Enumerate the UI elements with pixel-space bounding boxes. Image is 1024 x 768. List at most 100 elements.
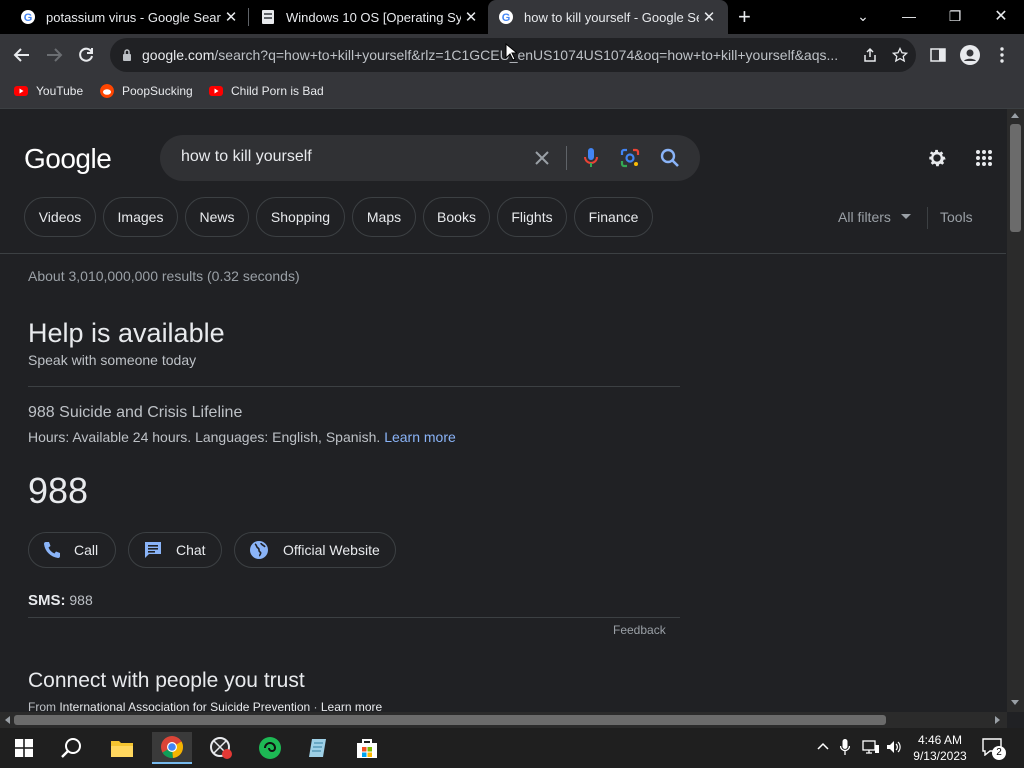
google-apps-grid-icon[interactable] [976, 150, 992, 166]
lifeline-hours: Hours: Available 24 hours. Languages: En… [28, 429, 456, 445]
all-filters-button[interactable]: All filters [838, 209, 911, 225]
chrome-icon [161, 736, 184, 759]
caret-down-icon [900, 214, 911, 219]
bookmark-third[interactable]: Child Porn is Bad [209, 82, 324, 100]
clear-search-icon[interactable] [534, 150, 550, 166]
lens-search-icon[interactable] [620, 148, 640, 168]
volume-icon[interactable] [886, 740, 902, 754]
youtube-icon [209, 86, 223, 96]
record-app-icon [210, 737, 232, 759]
bookmark-youtube[interactable]: YouTube [14, 82, 83, 100]
connect-learn-more-link[interactable]: Learn more [321, 700, 382, 712]
profile-avatar-icon [960, 45, 980, 65]
network-icon[interactable] [862, 740, 880, 754]
store-app-button[interactable] [347, 732, 387, 764]
search-icon[interactable] [660, 148, 680, 168]
side-panel-icon [930, 48, 946, 62]
bookmark-label: PoopSucking [122, 84, 193, 98]
chip-news[interactable]: News [185, 197, 249, 237]
voice-search-icon[interactable] [584, 147, 598, 169]
mouse-cursor-icon [505, 43, 517, 61]
tab-close-icon[interactable]: ✕ [221, 8, 241, 26]
scroll-right-arrow-icon[interactable] [995, 716, 1001, 724]
clock-date: 9/13/2023 [913, 749, 967, 763]
youtube-icon [14, 86, 28, 96]
chrome-taskbar-button[interactable] [152, 732, 192, 764]
connect-title: Connect with people you trust [28, 669, 305, 692]
side-panel-button[interactable] [926, 43, 950, 67]
google-favicon-icon: G [21, 10, 35, 24]
recorder-app-button[interactable] [201, 732, 241, 764]
document-favicon-icon [262, 10, 274, 24]
profile-button[interactable] [958, 43, 982, 67]
sms-value: 988 [69, 592, 93, 608]
scroll-left-arrow-icon[interactable] [4, 716, 10, 724]
svg-text:G: G [24, 12, 33, 24]
call-label: Call [74, 542, 99, 558]
feedback-link[interactable]: Feedback [613, 623, 666, 637]
store-icon [357, 739, 377, 758]
tab-how-to-kill-yourself[interactable]: G how to kill yourself - Google Sea ✕ [488, 0, 728, 34]
star-bookmark-icon[interactable] [892, 47, 908, 63]
restore-button[interactable]: ❐ [932, 0, 978, 32]
tab-potassium-virus[interactable]: G potassium virus - Google Search ✕ [10, 0, 248, 34]
chip-books[interactable]: Books [423, 197, 490, 237]
call-button[interactable]: Call [28, 532, 116, 568]
vertical-scroll-thumb[interactable] [1010, 124, 1021, 232]
share-icon[interactable] [862, 47, 878, 63]
green-app-button[interactable] [250, 732, 290, 764]
back-button[interactable] [10, 43, 34, 67]
close-window-button[interactable]: ✕ [978, 0, 1024, 32]
microphone-icon[interactable] [840, 739, 850, 755]
notepad-icon [309, 739, 326, 757]
sms-label: SMS: [28, 592, 66, 609]
new-tab-button[interactable]: + [738, 6, 751, 28]
help-subtitle: Speak with someone today [28, 352, 197, 368]
tools-button[interactable]: Tools [940, 209, 973, 225]
svg-text:G: G [502, 12, 511, 24]
search-input[interactable]: how to kill yourself [181, 148, 312, 166]
system-tray-chevron-icon[interactable] [817, 742, 829, 750]
tab-windows-10-os[interactable]: Windows 10 OS [Operating Syste ✕ [250, 0, 486, 34]
file-explorer-button[interactable] [102, 732, 142, 764]
learn-more-link[interactable]: Learn more [384, 429, 456, 445]
forward-button[interactable] [42, 43, 66, 67]
folder-icon [111, 741, 133, 757]
chip-videos[interactable]: Videos [24, 197, 96, 237]
arrow-right-icon [47, 48, 63, 62]
url-host: google.com [142, 47, 215, 63]
clock-time: 4:46 AM [917, 733, 963, 747]
chip-shopping[interactable]: Shopping [256, 197, 345, 237]
lock-icon[interactable] [122, 48, 132, 62]
official-website-button[interactable]: Official Website [234, 532, 396, 568]
bookmark-poopsucking[interactable]: PoopSucking [100, 82, 193, 100]
minimize-button[interactable]: — [886, 0, 932, 32]
start-button[interactable] [4, 732, 44, 764]
taskbar-clock[interactable]: 4:46 AM 9/13/2023 [908, 732, 972, 764]
search-icon [61, 738, 81, 758]
scroll-down-arrow-icon[interactable] [1011, 700, 1019, 706]
chip-images[interactable]: Images [103, 197, 178, 237]
tab-search-dropdown-icon[interactable]: ⌄ [840, 0, 886, 32]
taskbar-search-button[interactable] [52, 732, 92, 764]
reload-button[interactable] [74, 43, 98, 67]
tab-close-icon[interactable]: ✕ [461, 8, 481, 26]
tab-close-icon[interactable]: ✕ [699, 8, 719, 26]
chip-maps[interactable]: Maps [352, 197, 416, 237]
chrome-menu-button[interactable] [990, 43, 1014, 67]
chip-flights[interactable]: Flights [497, 197, 567, 237]
horizontal-scroll-thumb[interactable] [14, 715, 886, 725]
google-logo[interactable]: Google [24, 143, 112, 175]
chip-finance[interactable]: Finance [574, 197, 653, 237]
notification-center-button[interactable]: 2 [982, 738, 1006, 760]
tab-title: how to kill yourself - Google Sea [524, 9, 699, 25]
search-box[interactable]: how to kill yourself [160, 135, 700, 181]
all-filters-label: All filters [838, 209, 891, 225]
settings-gear-icon[interactable] [926, 147, 948, 169]
url-text: google.com/search?q=how+to+kill+yourself… [142, 47, 848, 63]
chat-button[interactable]: Chat [128, 532, 222, 568]
scroll-up-arrow-icon[interactable] [1011, 112, 1019, 118]
bookmark-label: Child Porn is Bad [231, 84, 324, 98]
website-label: Official Website [283, 542, 380, 558]
notepad-app-button[interactable] [298, 732, 338, 764]
